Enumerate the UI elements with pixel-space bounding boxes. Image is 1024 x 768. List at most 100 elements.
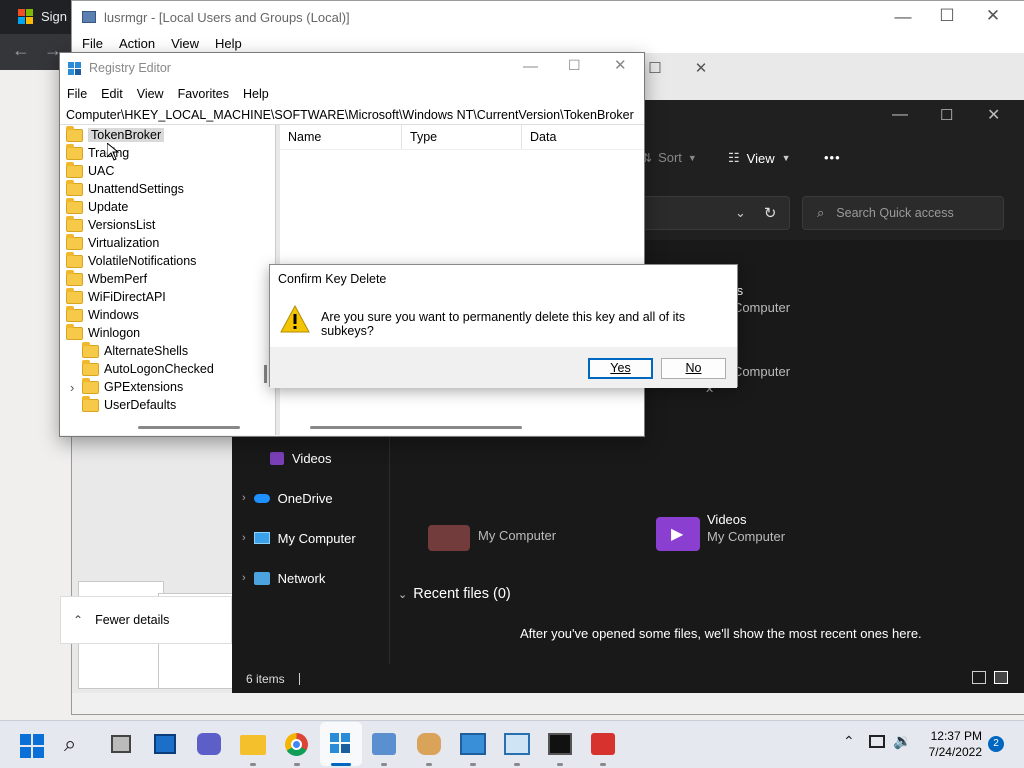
tiles-view-icon[interactable] xyxy=(994,671,1008,684)
tree-item-label: AutoLogonChecked xyxy=(104,362,214,376)
tree-item[interactable]: AutoLogonChecked xyxy=(60,359,214,378)
terminal-icon[interactable] xyxy=(548,733,572,755)
search-icon: ⌕ xyxy=(817,205,825,220)
tree-item[interactable]: Windows xyxy=(60,305,139,324)
regedit-title: Registry Editor xyxy=(89,61,171,75)
column-data[interactable]: Data xyxy=(522,125,642,149)
refresh-icon[interactable]: ↻ xyxy=(764,204,777,222)
clock[interactable]: 12:37 PM 7/24/2022 xyxy=(920,729,982,759)
folder-icon xyxy=(66,233,83,250)
fewer-details-bar[interactable]: ⌃ Fewer details xyxy=(60,596,232,644)
chevron-right-icon[interactable]: › xyxy=(242,572,246,584)
folder-icon xyxy=(66,215,83,232)
menu-file[interactable]: File xyxy=(74,36,111,51)
tree-item[interactable]: Virtualization xyxy=(60,233,159,252)
folder-icon xyxy=(66,305,83,322)
tree-vscroll-thumb[interactable] xyxy=(264,365,267,383)
performance-monitor-icon[interactable] xyxy=(504,733,530,755)
minimize-button[interactable]: — xyxy=(523,58,538,75)
minimize-button[interactable]: — xyxy=(880,7,926,27)
tree-item[interactable]: TokenBroker xyxy=(60,125,165,144)
menu-help[interactable]: Help xyxy=(236,87,276,101)
close-button[interactable]: ✕ xyxy=(970,6,1016,26)
menu-edit[interactable]: Edit xyxy=(94,87,130,101)
close-button[interactable]: ✕ xyxy=(614,56,627,74)
item-count: 6 items xyxy=(246,671,285,686)
chevron-right-icon[interactable]: › xyxy=(242,532,246,544)
nav-item-onedrive[interactable]: › OneDrive xyxy=(232,478,333,518)
column-name[interactable]: Name xyxy=(280,125,402,149)
back-arrow-icon[interactable]: ← xyxy=(12,40,30,61)
warning-icon xyxy=(280,304,310,333)
close-button[interactable]: ✕ xyxy=(678,59,724,77)
maximize-button[interactable]: ☐ xyxy=(940,106,953,124)
videos-icon xyxy=(270,451,284,465)
running-indicator xyxy=(514,763,520,766)
search-icon[interactable]: ⌕ xyxy=(64,731,76,757)
users-tool-icon[interactable] xyxy=(417,733,441,755)
folder-icon xyxy=(82,395,99,412)
tree-item[interactable]: WbemPerf xyxy=(60,269,147,288)
minimize-button[interactable]: — xyxy=(892,106,908,124)
volume-icon[interactable]: 🔉 xyxy=(893,732,912,750)
chevron-right-icon[interactable]: › xyxy=(242,492,246,504)
notification-badge[interactable]: 2 xyxy=(988,736,1004,752)
values-hscroll-thumb[interactable] xyxy=(310,426,522,429)
start-button[interactable] xyxy=(20,734,44,758)
tree-item[interactable]: Winlogon xyxy=(60,323,140,342)
browser-tab[interactable]: Sign xyxy=(18,9,67,24)
details-view-icon[interactable] xyxy=(972,671,986,684)
chevron-right-icon[interactable]: › xyxy=(70,380,74,395)
tree-hscroll-thumb[interactable] xyxy=(138,426,240,429)
close-button[interactable]: ✕ xyxy=(987,105,1000,125)
no-button[interactable]: No xyxy=(661,358,726,379)
yes-button[interactable]: Yes xyxy=(588,358,653,379)
chrome-icon[interactable] xyxy=(285,733,308,756)
toolbox-icon[interactable] xyxy=(591,733,615,755)
search-box[interactable]: ⌕ Search Quick access xyxy=(802,196,1004,230)
column-type[interactable]: Type xyxy=(402,125,522,149)
tree-item[interactable]: VolatileNotifications xyxy=(60,251,196,270)
file-explorer-icon[interactable] xyxy=(240,735,266,755)
menu-view[interactable]: View xyxy=(130,87,171,101)
maximize-button[interactable]: ☐ xyxy=(568,57,581,74)
sort-button[interactable]: ⇅ Sort ▼ xyxy=(642,150,697,165)
tree-item[interactable]: › GPExtensions xyxy=(60,377,183,396)
fewer-details-label: Fewer details xyxy=(95,613,170,627)
menu-help[interactable]: Help xyxy=(207,36,250,51)
tree-item[interactable]: AlternateShells xyxy=(60,341,188,360)
folder-icon xyxy=(66,143,83,160)
teams-chat-icon[interactable] xyxy=(197,733,221,755)
quick-item-videos[interactable]: Videos My Computer xyxy=(707,512,785,544)
regedit-taskbar-button[interactable] xyxy=(320,722,362,766)
widgets-icon[interactable] xyxy=(154,734,176,754)
menu-action[interactable]: Action xyxy=(111,36,163,51)
tree-item[interactable]: UserDefaults xyxy=(60,395,176,414)
remote-desktop-icon[interactable] xyxy=(460,733,486,755)
registry-path-bar[interactable]: Computer\HKEY_LOCAL_MACHINE\SOFTWARE\Mic… xyxy=(60,105,644,125)
tree-item[interactable]: VersionsList xyxy=(60,215,155,234)
chevron-down-icon[interactable]: ⌄ xyxy=(735,205,746,221)
tree-item[interactable]: Update xyxy=(60,197,128,216)
more-options-button[interactable]: ••• xyxy=(824,150,841,165)
task-view-icon[interactable] xyxy=(111,735,131,753)
nav-item-network[interactable]: › Network xyxy=(232,558,325,598)
view-button[interactable]: ☷ View ▼ xyxy=(728,150,791,166)
maximize-button[interactable]: ☐ xyxy=(924,6,970,26)
menu-view[interactable]: View xyxy=(163,36,207,51)
menu-file[interactable]: File xyxy=(60,87,94,101)
nav-item-my-computer[interactable]: › My Computer xyxy=(232,518,356,558)
menu-favorites[interactable]: Favorites xyxy=(171,87,236,101)
chevron-up-icon[interactable]: ⌃ xyxy=(843,733,855,750)
recent-files-header[interactable]: ⌄ Recent files (0) xyxy=(398,586,511,602)
chevron-down-icon: ▼ xyxy=(687,152,697,163)
registry-tool-icon[interactable] xyxy=(372,733,396,755)
tree-item[interactable]: WiFiDirectAPI xyxy=(60,287,166,306)
tree-item[interactable]: UAC xyxy=(60,161,114,180)
nav-item-videos[interactable]: Videos xyxy=(260,438,332,478)
tree-item[interactable]: UnattendSettings xyxy=(60,179,184,198)
explorer-status-bar: 6 items xyxy=(232,664,1024,693)
view-icon: ☷ xyxy=(728,150,740,165)
network-status-icon[interactable] xyxy=(869,735,885,748)
clock-time: 12:37 PM xyxy=(930,729,982,743)
